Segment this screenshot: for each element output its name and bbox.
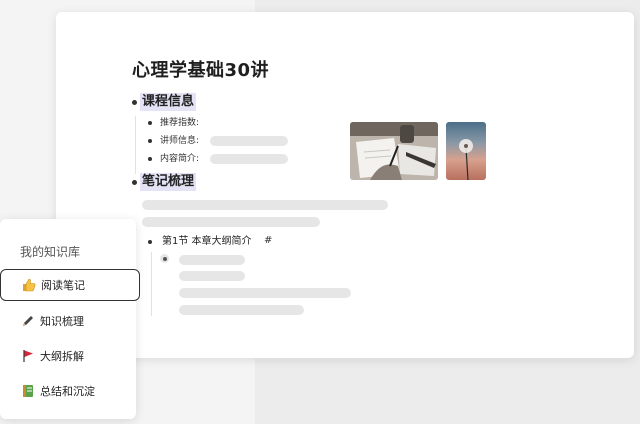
heading-notes[interactable]: 笔记梳理 (140, 173, 197, 191)
note-line-placeholder (142, 217, 320, 227)
summary-value-placeholder (210, 154, 288, 164)
lecturer-value-placeholder (210, 136, 288, 146)
menu-item-reading-notes[interactable]: 阅读笔记 (0, 269, 140, 301)
selected-dot-icon[interactable] (160, 254, 169, 263)
menu-item-outline-breakdown[interactable]: 大纲拆解 (0, 340, 140, 372)
indent-guide (151, 252, 152, 316)
anchor-hash-icon[interactable]: # (264, 235, 272, 246)
outline-line-placeholder (179, 271, 245, 281)
chapter-title[interactable]: 第1节 本章大纲简介 (162, 236, 252, 248)
menu-item-label: 大纲拆解 (40, 350, 84, 363)
flag-icon (20, 349, 36, 363)
indent-guide (135, 116, 136, 174)
menu-item-label: 阅读笔记 (41, 279, 85, 292)
thumbs-up-icon (21, 278, 37, 292)
bullet-icon (148, 121, 152, 125)
knowledge-base-menu: 我的知识库 阅读笔记 知识梳理 大纲拆解 总结和沉淀 (0, 219, 140, 419)
document-card: 心理学基础30讲 课程信息 推荐指数: 讲师信息: 内容简介: 笔记梳理 第1节… (56, 12, 634, 358)
pencil-icon (20, 314, 36, 328)
menu-item-knowledge-sort[interactable]: 知识梳理 (0, 305, 140, 337)
writing-photo[interactable] (350, 122, 438, 180)
bullet-icon (148, 139, 152, 143)
heading-course-info[interactable]: 课程信息 (140, 93, 197, 111)
bullet-icon (132, 100, 137, 105)
prop-label-rating: 推荐指数: (160, 118, 200, 128)
prop-label-lecturer: 讲师信息: (160, 136, 200, 146)
outline-line-placeholder (179, 288, 351, 298)
prop-label-summary: 内容简介: (160, 154, 200, 164)
bullet-icon (148, 157, 152, 161)
note-line-placeholder (142, 200, 388, 210)
bullet-icon (132, 180, 137, 185)
page-title: 心理学基础30讲 (132, 60, 270, 81)
ledger-icon (20, 384, 36, 398)
menu-item-summary[interactable]: 总结和沉淀 (0, 375, 140, 407)
bullet-icon (148, 240, 152, 244)
menu-item-label: 知识梳理 (40, 315, 84, 328)
outline-line-placeholder (179, 305, 304, 315)
menu-title: 我的知识库 (20, 245, 81, 259)
outline-line-placeholder (179, 255, 245, 265)
dandelion-photo[interactable] (446, 122, 486, 180)
menu-item-label: 总结和沉淀 (40, 385, 95, 398)
